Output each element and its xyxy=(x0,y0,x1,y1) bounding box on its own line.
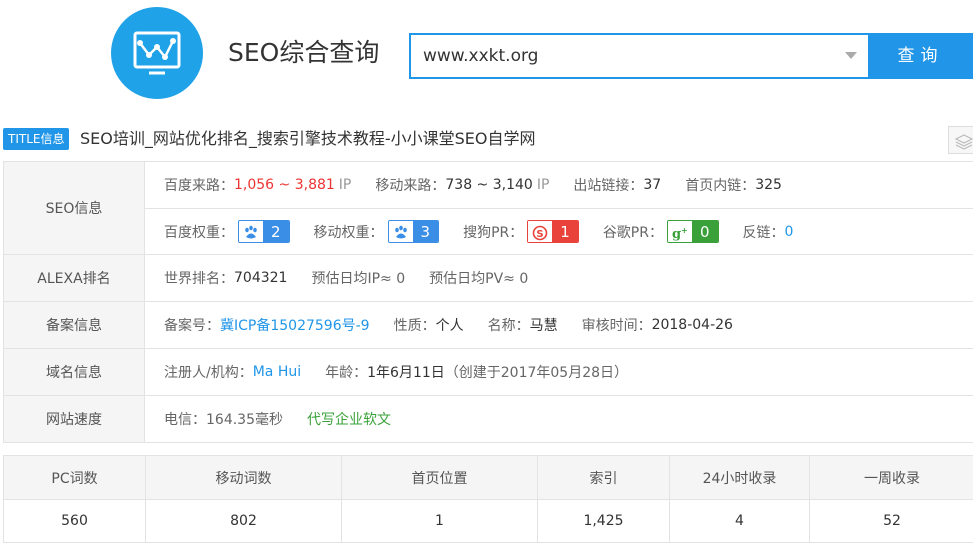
review-date-value: 2018-04-26 xyxy=(651,317,733,333)
paw-icon xyxy=(388,221,413,242)
mobile-traffic-label: 移动来路： xyxy=(375,178,446,194)
chevron-down-icon[interactable] xyxy=(845,52,857,59)
stat-value[interactable]: 52 xyxy=(809,499,973,543)
layers-icon xyxy=(954,134,973,150)
sogou-icon: S xyxy=(528,221,553,242)
baidu-traffic-value: 1,056 ~ 3,881 xyxy=(234,177,335,193)
icp-number-link[interactable]: 冀ICP备15027596号-9 xyxy=(220,315,370,335)
paw-icon xyxy=(239,221,263,242)
nature-label: 性质： xyxy=(393,318,436,334)
daily-ip: 预估日均IP≈ 0 xyxy=(311,271,406,287)
stat-value[interactable]: 802 xyxy=(145,499,342,543)
col-header: PC词数 xyxy=(3,455,146,500)
search-input[interactable] xyxy=(423,35,823,77)
mobile-weight-value: 3 xyxy=(412,221,439,242)
age-label: 年龄： xyxy=(325,365,368,381)
row-label: 备案信息 xyxy=(3,302,145,348)
stat-value[interactable]: 4 xyxy=(669,499,810,543)
backlinks-value[interactable]: 0 xyxy=(785,224,794,240)
svg-text:+: + xyxy=(681,226,688,235)
name-label: 名称： xyxy=(487,318,530,334)
stat-value[interactable]: 560 xyxy=(3,499,146,543)
col-header: 24小时收录 xyxy=(669,455,810,500)
created-date: （创建于2017年05月28日） xyxy=(444,365,629,381)
telecom-speed: 电信：164.35毫秒 xyxy=(164,412,283,428)
mobile-weight-badge[interactable]: 3 xyxy=(387,220,440,243)
alexa-row: ALEXA排名 世界排名： 704321 预估日均IP≈ 0 预估日均PV≈ 0 xyxy=(3,255,973,302)
world-rank-value: 704321 xyxy=(234,270,288,286)
name-value: 马慧 xyxy=(529,318,558,334)
svg-text:g: g xyxy=(672,227,681,241)
google-pr-value: 0 xyxy=(691,221,718,242)
title-badge: TITLE信息 xyxy=(3,128,70,150)
row-label: SEO信息 xyxy=(3,162,145,254)
seo-row: SEO信息 百度来路： 1,056 ~ 3,881 IP 移动来路： 738 ~… xyxy=(3,162,973,255)
icp-row: 备案信息 备案号： 冀ICP备15027596号-9 性质： 个人 名称： 马慧… xyxy=(3,302,973,349)
baidu-weight-value: 2 xyxy=(263,221,289,242)
stat-value[interactable]: 1,425 xyxy=(537,499,670,543)
nature-value: 个人 xyxy=(435,318,464,334)
speed-row: 网站速度 电信：164.35毫秒 代写企业软文 xyxy=(3,396,973,443)
registrant-link[interactable]: Ma Hui xyxy=(253,364,301,380)
inlinks-label: 首页内链： xyxy=(685,178,756,194)
review-date-label: 审核时间： xyxy=(581,318,652,334)
backlinks-label: 反链： xyxy=(742,224,785,241)
row-label: ALEXA排名 xyxy=(3,255,145,301)
registrant-label: 注册人/机构： xyxy=(164,365,253,381)
site-logo[interactable] xyxy=(111,7,203,99)
sogou-pr-badge[interactable]: S 1 xyxy=(527,220,579,243)
col-header: 索引 xyxy=(537,455,670,500)
monitor-chart-icon xyxy=(133,31,181,75)
page-title: SEO综合查询 xyxy=(228,38,380,67)
info-table: SEO信息 百度来路： 1,056 ~ 3,881 IP 移动来路： 738 ~… xyxy=(3,161,973,443)
age-value: 1年6月11日 xyxy=(367,365,445,381)
col-header: 一周收录 xyxy=(809,455,973,500)
outlinks-label: 出站链接： xyxy=(573,178,644,194)
mobile-weight-label: 移动权重： xyxy=(313,224,384,241)
google-pr-badge[interactable]: g + 0 xyxy=(666,220,719,243)
daily-pv: 预估日均PV≈ 0 xyxy=(429,271,529,287)
search-button[interactable]: 查询 xyxy=(868,33,973,79)
col-header: 移动词数 xyxy=(145,455,342,500)
stats-header-row: PC词数 移动词数 首页位置 索引 24小时收录 一周收录 xyxy=(3,455,973,500)
google-pr-label: 谷歌PR： xyxy=(602,224,663,241)
mobile-traffic-unit: IP xyxy=(536,177,550,193)
site-title-text: SEO培训_网站优化排名_搜索引擎技术教程-小小课堂SEO自学网 xyxy=(80,129,536,148)
ad-link[interactable]: 代写企业软文 xyxy=(307,409,391,429)
stat-value[interactable]: 1 xyxy=(341,499,538,543)
google-plus-icon: g + xyxy=(667,221,692,242)
baidu-weight-label: 百度权重： xyxy=(164,224,234,241)
sogou-pr-value: 1 xyxy=(552,221,578,242)
col-header: 首页位置 xyxy=(341,455,538,500)
inlinks-value[interactable]: 325 xyxy=(755,177,782,193)
stats-value-row: 560 802 1 1,425 4 52 xyxy=(3,499,973,543)
baidu-traffic-unit: IP xyxy=(338,177,352,193)
row-label: 域名信息 xyxy=(3,349,145,395)
icp-number-label: 备案号： xyxy=(164,318,220,334)
svg-text:S: S xyxy=(537,229,544,240)
baidu-weight-badge[interactable]: 2 xyxy=(238,220,290,243)
domain-row: 域名信息 注册人/机构： Ma Hui 年龄： 1年6月11日 （创建于2017… xyxy=(3,349,973,396)
layers-button[interactable] xyxy=(948,126,973,154)
baidu-traffic-label: 百度来路： xyxy=(164,178,234,194)
mobile-traffic-value: 738 ~ 3,140 xyxy=(445,177,533,193)
sogou-pr-label: 搜狗PR： xyxy=(463,224,524,241)
outlinks-value[interactable]: 37 xyxy=(643,177,661,193)
stats-table: PC词数 移动词数 首页位置 索引 24小时收录 一周收录 560 802 1 … xyxy=(3,455,973,543)
search-box xyxy=(409,33,868,79)
row-label: 网站速度 xyxy=(3,396,145,442)
world-rank-label: 世界排名： xyxy=(164,271,234,287)
